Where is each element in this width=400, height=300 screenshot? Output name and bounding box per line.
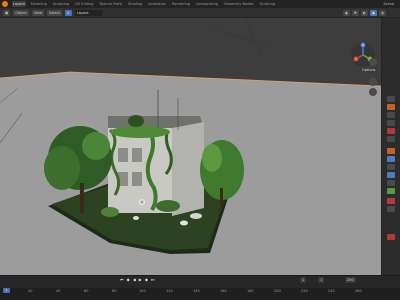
world-properties-icon[interactable] [387,136,395,142]
start-frame-field[interactable]: 1 [318,277,325,283]
3d-cursor-center [141,201,143,203]
ruler-tick: 160 [220,289,227,293]
particle-properties-icon[interactable] [387,164,395,170]
physics-properties-icon[interactable] [387,172,395,178]
roof-bush [128,115,144,127]
timeline-editor: ⏮ ◆ ◀ ▶ ◆ ⏭ 1 1 250 0 20 40 60 80 100 12… [0,275,400,300]
texture-properties-icon[interactable] [387,206,395,212]
ruler-tick: 120 [166,289,173,293]
shading-solid-icon[interactable]: ● [369,9,377,16]
timeline-playhead[interactable]: 1 [3,288,10,293]
search-input[interactable]: Layout [74,9,103,16]
x-axis-label: X [355,57,357,61]
prev-keyframe-icon[interactable]: ◆ [127,277,130,283]
tab-shading[interactable]: Shading [127,1,143,7]
options-dropdown[interactable]: Options [360,68,378,73]
blender-logo-icon[interactable] [2,1,8,7]
play-icon[interactable]: ▶ [139,277,142,283]
material-properties-icon[interactable] [387,198,395,204]
ruler-tick: 80 [112,289,117,293]
ruler-tick: 180 [247,289,254,293]
mode-selector[interactable]: Object [13,9,29,16]
play-reverse-icon[interactable]: ◀ [133,277,136,283]
right-tree-trunk [220,188,223,208]
tab-scripting[interactable]: Scripting [258,1,276,7]
next-keyframe-icon[interactable]: ◆ [145,277,148,283]
perspective-toggle-icon[interactable] [369,88,377,96]
ruler-tick: 260 [355,289,362,293]
header-right-tools: ◉ ✥ ◐ ● ◍ [342,9,400,16]
tool-properties-icon[interactable] [387,96,395,102]
roof-foliage [110,126,170,138]
gizmo-toggle-icon[interactable]: ✥ [351,9,359,16]
ruler-tick: 220 [301,289,308,293]
select-menu[interactable]: Select [47,9,62,16]
left-tree-trunk [80,183,84,213]
jump-end-icon[interactable]: ⏭ [151,277,155,283]
viewport-header: ▣ Object View Select ⊕ Layout ◉ ✥ ◐ ● ◍ [0,8,400,18]
bush-middle [156,200,180,212]
house-window-4 [132,172,142,186]
overlay-toggle-icon[interactable]: ◐ [360,9,368,16]
tab-modeling[interactable]: Modeling [30,1,48,7]
tab-compositing[interactable]: Compositing [195,1,219,7]
scene-selector[interactable]: Scene [383,2,394,6]
jump-start-icon[interactable]: ⏮ [120,277,124,283]
tab-uv-editing[interactable]: UV Editing [74,1,94,7]
left-tree-canopy-shade [44,146,80,190]
tab-animation[interactable]: Animation [147,1,167,7]
data-properties-icon[interactable] [387,188,395,194]
view-menu[interactable]: View [31,9,45,16]
playback-controls: ⏮ ◆ ◀ ▶ ◆ ⏭ [120,277,155,283]
object-properties-icon[interactable] [387,148,395,154]
ruler-tick: 240 [328,289,335,293]
ruler-tick: 60 [84,289,89,293]
editor-type-button[interactable]: ▣ [3,9,11,16]
ruler-tick: 200 [274,289,281,293]
bush-left [101,207,119,217]
timeline-ruler[interactable]: 0 20 40 60 80 100 120 140 160 180 200 22… [0,288,400,300]
top-menu-bar: Layout Modeling Sculpting UV Editing Tex… [0,0,400,8]
transform-orientation-button[interactable]: ⊕ [64,9,72,16]
white-flowers-3 [133,216,139,220]
viewport-scene [0,18,381,275]
ruler-tick: 100 [139,289,146,293]
house-side-wall [172,122,204,216]
output-properties-icon[interactable] [387,112,395,118]
left-tree-canopy-highlight [82,132,110,160]
constraint-properties-icon[interactable] [387,180,395,186]
tab-rendering[interactable]: Rendering [171,1,191,7]
tab-sculpting[interactable]: Sculpting [52,1,70,7]
properties-tab-strip [381,18,400,275]
ruler-tick: 40 [56,289,61,293]
tab-geometry-nodes[interactable]: Geometry Nodes [223,1,255,7]
ruler-tick: 20 [28,289,33,293]
visibility-icon[interactable]: ◉ [342,9,350,16]
end-frame-field[interactable]: 250 [345,277,356,283]
zoom-icon[interactable] [369,58,377,66]
white-flowers-1 [190,213,202,219]
3d-viewport[interactable]: X Y Z Options [0,18,381,275]
z-axis-label: Z [362,43,364,47]
scene-properties-icon[interactable] [387,128,395,134]
current-frame-field[interactable]: 1 [300,277,307,283]
shading-material-icon[interactable]: ◍ [378,9,386,16]
shader-fx-icon[interactable] [387,234,395,240]
ruler-tick: 140 [193,289,200,293]
tab-layout[interactable]: Layout [12,1,26,7]
view-layer-properties-icon[interactable] [387,120,395,126]
render-properties-icon[interactable] [387,104,395,110]
tab-texture-paint[interactable]: Texture Paint [98,1,123,7]
camera-view-icon[interactable] [369,78,377,86]
house-window-2 [132,148,142,162]
white-flowers-2 [180,220,188,226]
house-window-1 [118,148,128,162]
modifier-properties-icon[interactable] [387,156,395,162]
right-tree-canopy-highlight [202,144,222,172]
